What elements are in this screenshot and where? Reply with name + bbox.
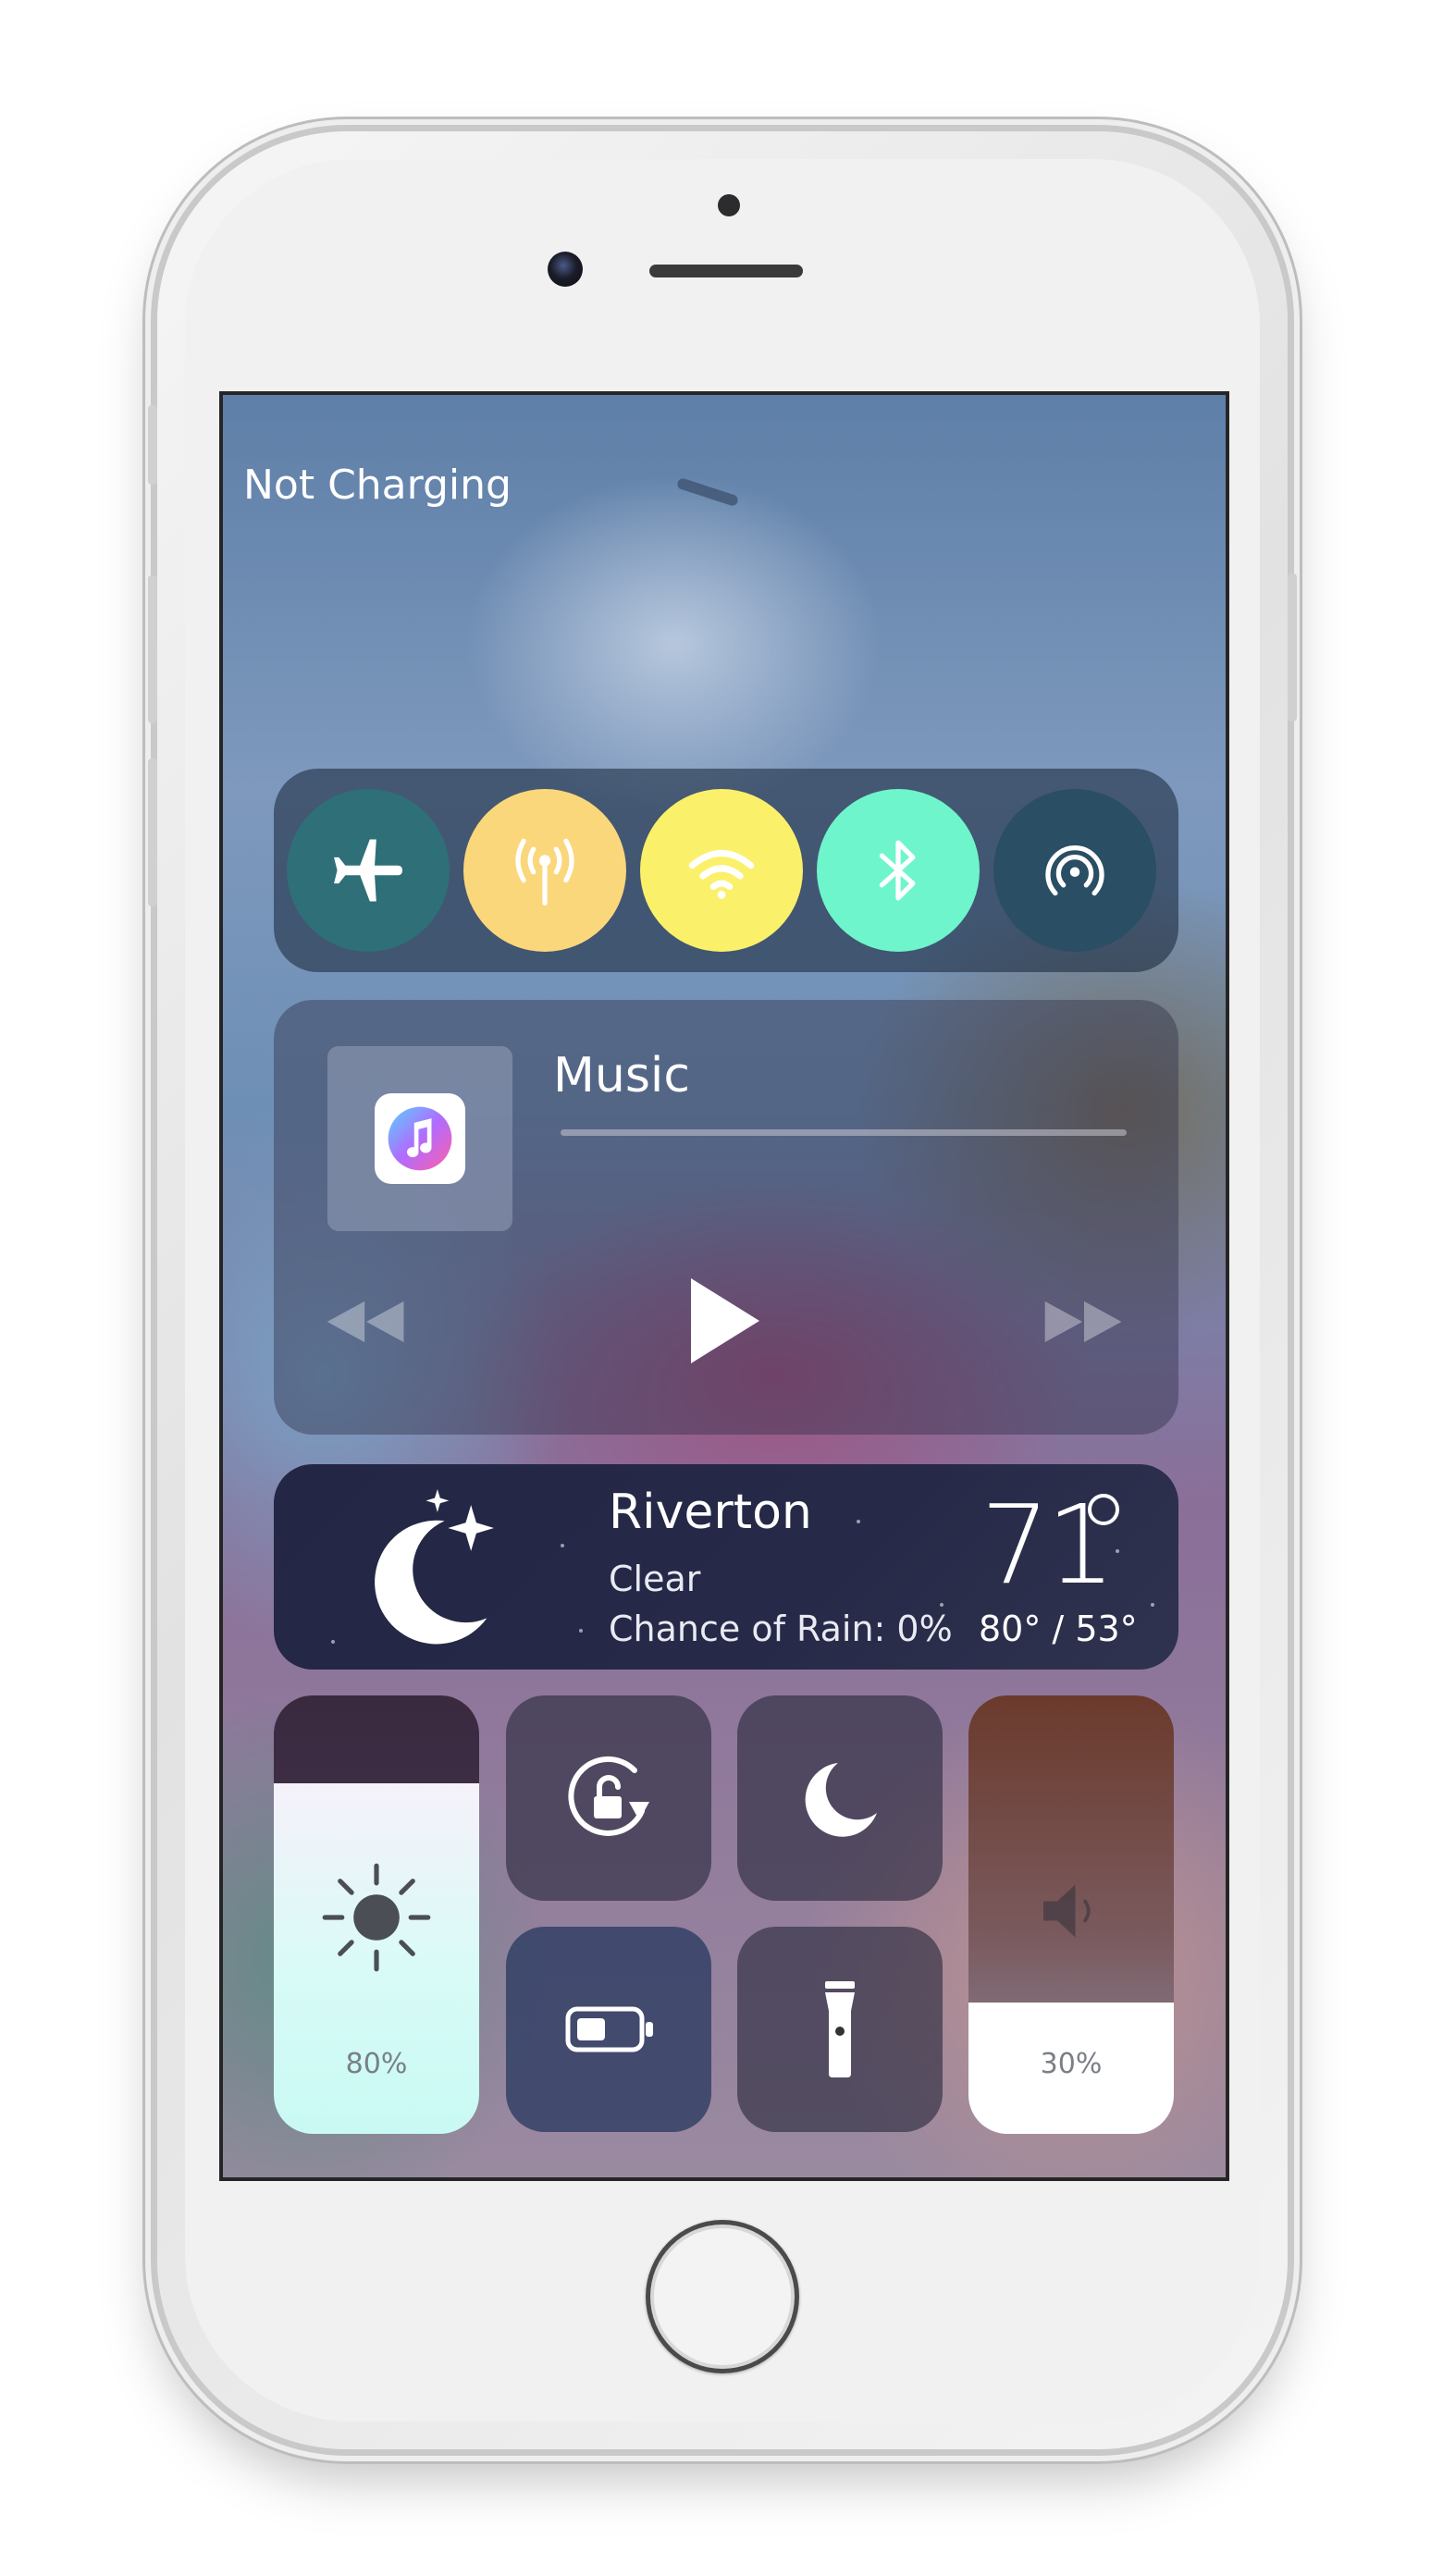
mute-switch <box>148 405 157 485</box>
wifi-icon <box>688 850 755 899</box>
rewind-button[interactable] <box>320 1285 413 1359</box>
play-icon <box>691 1278 759 1363</box>
proximity-sensor <box>718 194 740 216</box>
battery-icon <box>565 2006 653 2052</box>
flashlight-icon <box>825 1981 855 2077</box>
charging-status: Not Charging <box>243 462 512 509</box>
music-panel: Music <box>274 1000 1178 1435</box>
brightness-label: 80% <box>345 2048 408 2080</box>
volume-slider[interactable]: 30% <box>968 1695 1174 2134</box>
weather-high-low: 80° / 53° <box>979 1608 1138 1649</box>
rotation-lock-icon <box>568 1756 649 1836</box>
weather-condition: Clear <box>609 1559 701 1599</box>
airplane-icon <box>334 839 402 902</box>
control-center-grabber[interactable] <box>675 476 740 508</box>
brightness-slider[interactable]: 80% <box>274 1695 479 2134</box>
flashlight-button[interactable] <box>737 1927 943 2132</box>
weather-city: Riverton <box>609 1485 812 1540</box>
music-title: Music <box>553 1048 690 1103</box>
weather-panel[interactable]: Riverton Clear Chance of Rain: 0% 71 80°… <box>274 1464 1178 1670</box>
rewind-icon <box>327 1300 404 1343</box>
moon-icon <box>805 1763 877 1837</box>
wifi-button[interactable] <box>640 789 803 952</box>
airdrop-icon <box>1045 845 1104 896</box>
moon-stars-icon <box>375 1489 494 1645</box>
front-camera <box>548 252 583 287</box>
volume-label: 30% <box>1040 2048 1103 2080</box>
cellular-data-button[interactable] <box>463 789 626 952</box>
do-not-disturb-button[interactable] <box>737 1695 943 1901</box>
bluetooth-icon <box>879 840 916 901</box>
power-button <box>1288 573 1297 721</box>
antenna-icon <box>515 838 574 906</box>
bluetooth-button[interactable] <box>817 789 980 952</box>
itunes-icon <box>375 1093 465 1184</box>
earpiece-speaker <box>649 265 803 277</box>
screen: Not Charging Music Riverton Clear Chance… <box>219 391 1229 2181</box>
home-button[interactable] <box>646 2220 799 2373</box>
sun-icon <box>322 1863 431 1972</box>
weather-rain-chance: Chance of Rain: 0% <box>609 1608 953 1649</box>
degree-symbol <box>1088 1494 1119 1525</box>
album-art[interactable] <box>327 1046 512 1231</box>
play-button[interactable] <box>673 1261 775 1381</box>
rotation-lock-button[interactable] <box>506 1695 711 1901</box>
fast-forward-icon <box>1044 1300 1122 1343</box>
volume-down-button <box>148 758 157 906</box>
volume-up-button <box>148 575 157 723</box>
music-progress-track[interactable] <box>561 1129 1127 1136</box>
connectivity-panel <box>274 769 1178 972</box>
fast-forward-button[interactable] <box>1038 1285 1130 1359</box>
airplane-mode-button[interactable] <box>287 789 450 952</box>
low-power-mode-button[interactable] <box>506 1927 711 2132</box>
airdrop-button[interactable] <box>993 789 1156 952</box>
speaker-icon <box>1043 1884 1091 1938</box>
